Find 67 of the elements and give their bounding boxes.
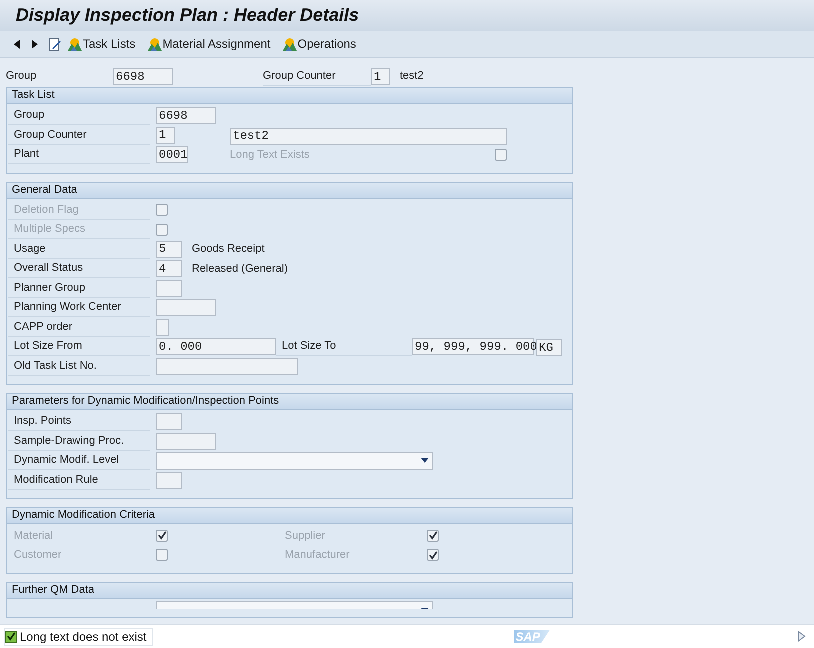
- field-label: Old Task List No.: [8, 356, 150, 376]
- input-field[interactable]: [156, 358, 298, 375]
- input-field[interactable]: [156, 413, 182, 430]
- play-icon[interactable]: [798, 631, 806, 642]
- input-field[interactable]: [156, 280, 182, 297]
- input-field[interactable]: 5: [156, 240, 182, 258]
- field-label: Planner Group: [8, 278, 150, 298]
- field-label: Modification Rule: [8, 470, 150, 490]
- description-text: Goods Receipt: [192, 242, 265, 257]
- pencil-page-icon: [49, 38, 61, 50]
- mountain-icon: [282, 38, 297, 50]
- left-arrow-icon: [14, 40, 20, 48]
- check-icon: [428, 550, 438, 560]
- field-label: Insp. Points: [8, 412, 150, 432]
- field-label: Material: [13, 528, 54, 544]
- field-label: Deletion Flag: [8, 200, 150, 220]
- input-field[interactable]: [156, 472, 182, 489]
- description-text: test2: [400, 69, 424, 84]
- field-label: Group Counter: [8, 126, 150, 145]
- input-field[interactable]: [156, 299, 216, 316]
- toolbar-button[interactable]: Material Assignment: [148, 34, 279, 54]
- input-field[interactable]: 0001: [156, 146, 188, 164]
- section-header: General Data: [7, 182, 572, 198]
- input-field[interactable]: 4: [156, 260, 182, 278]
- logo: SAP: [514, 630, 550, 644]
- input-field[interactable]: test2: [230, 128, 507, 145]
- check-icon: [158, 531, 166, 540]
- field-label: Usage: [8, 240, 150, 259]
- field-label: Supplier: [284, 528, 326, 544]
- input-field[interactable]: 6698: [156, 107, 216, 124]
- input-field[interactable]: KG: [536, 339, 562, 356]
- input-field[interactable]: [156, 432, 216, 450]
- status-message: Long text does not exist: [4, 628, 153, 646]
- window-title: Display Inspection Plan : Header Details: [16, 4, 360, 27]
- check-icon: [428, 531, 438, 540]
- input-field[interactable]: 0. 000: [156, 338, 276, 356]
- field-label: Lot Size From: [8, 337, 150, 356]
- toolbar-button[interactable]: Operations: [282, 34, 364, 54]
- field-label: Sample-Drawing Proc.: [8, 432, 150, 451]
- field-label: Overall Status: [8, 259, 150, 278]
- field-label: Plant: [8, 145, 150, 164]
- toolbar-button[interactable]: Task Lists: [68, 34, 144, 54]
- right-arrow-icon: [32, 40, 38, 48]
- input-field[interactable]: [156, 318, 169, 336]
- field-label: Customer: [13, 548, 63, 563]
- input-field[interactable]: 1: [156, 126, 175, 144]
- field-label: Group: [8, 106, 150, 126]
- mountain-icon: [148, 38, 162, 50]
- caret-icon: [421, 458, 429, 464]
- field-label: Long Text Exists: [230, 148, 311, 162]
- section-header: Further QM Data: [7, 583, 572, 599]
- section-header: Task List: [7, 88, 572, 104]
- dropdown-field[interactable]: [156, 452, 433, 470]
- field-label: Planning Work Center: [8, 298, 150, 318]
- description-text: Released (General): [192, 262, 288, 276]
- field-label: Group: [6, 69, 38, 84]
- mountain-icon: [68, 38, 82, 50]
- field-label: Multiple Specs: [8, 220, 150, 240]
- input-field[interactable]: 99, 999, 999. 000: [412, 338, 534, 356]
- field-label: Manufacturer: [284, 548, 351, 563]
- field-label: CAPP order: [8, 318, 150, 337]
- section-header: Dynamic Modification Criteria: [7, 508, 572, 524]
- input-field[interactable]: 6698: [113, 68, 173, 85]
- input-field[interactable]: 1: [371, 68, 390, 85]
- field-label: Dynamic Modif. Level: [8, 451, 150, 470]
- section-header: Parameters for Dynamic Modification/Inspection Points: [7, 394, 572, 410]
- checkbox[interactable]: [495, 148, 507, 161]
